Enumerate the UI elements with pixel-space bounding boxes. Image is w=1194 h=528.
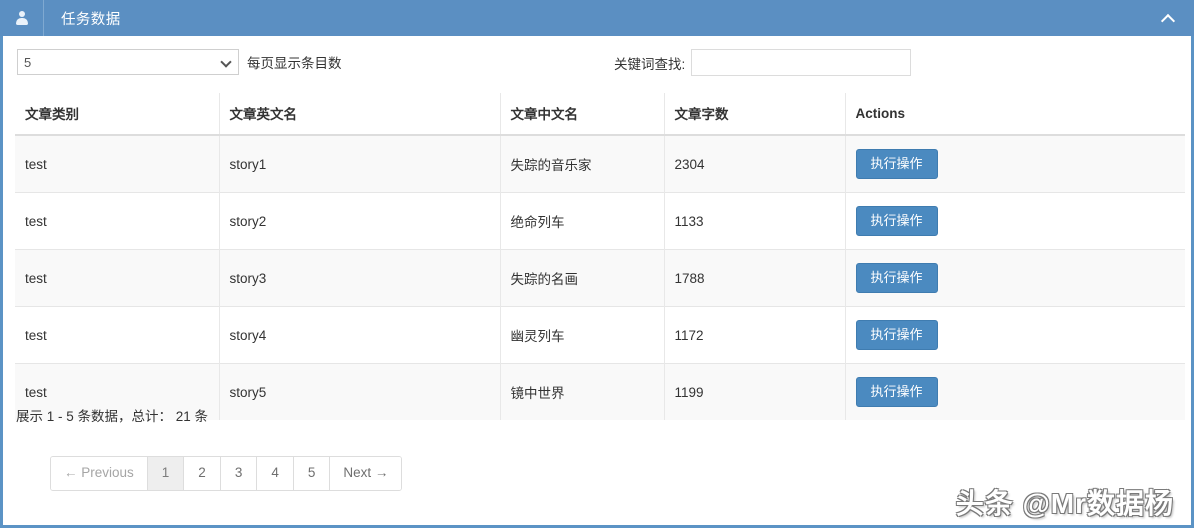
execute-action-button[interactable]: 执行操作: [855, 206, 938, 236]
pagination-previous[interactable]: ← Previous: [51, 457, 148, 490]
cell-words: 1172: [663, 306, 845, 364]
panel-body: 5 10 25 50 100 每页显示条目数 关键词查找:: [3, 36, 1191, 525]
pagination-page-3[interactable]: 3: [220, 457, 258, 490]
cell-name-zh: 失踪的音乐家: [499, 134, 664, 193]
cell-name-en: story3: [218, 249, 500, 307]
cell-words: 2304: [663, 134, 845, 193]
column-header-category[interactable]: 文章类别: [15, 93, 219, 136]
cell-category: test: [15, 306, 219, 364]
table-row: test story1 失踪的音乐家 2304 执行操作: [15, 134, 1185, 193]
search-label: 关键词查找:: [614, 56, 686, 72]
cell-words: 1199: [663, 363, 845, 420]
cell-category: test: [15, 249, 219, 307]
chevron-up-icon: [1162, 14, 1175, 22]
cell-category: test: [15, 192, 219, 250]
page-length-control: 5 10 25 50 100 每页显示条目数: [17, 49, 342, 75]
data-table: 文章类别 文章英文名 文章中文名 文章字数 Actions test story…: [15, 93, 1185, 420]
task-data-panel: 任务数据 5 10 25 50 100: [0, 0, 1194, 528]
page-title: 任务数据: [61, 11, 121, 28]
cell-words: 1788: [663, 249, 845, 307]
page-length-select[interactable]: 5 10 25 50 100: [17, 49, 239, 75]
pagination-page-2[interactable]: 2: [184, 457, 221, 490]
cell-name-en: story2: [218, 192, 500, 250]
column-header-name-en[interactable]: 文章英文名: [218, 93, 500, 136]
table-body: test story1 失踪的音乐家 2304 执行操作 test story2…: [15, 134, 1185, 420]
search-input[interactable]: [691, 49, 912, 76]
pagination: ← Previous 1 2 3 4 5 Next →: [50, 456, 403, 491]
cell-name-en: story4: [218, 306, 500, 364]
table-row: test story4 幽灵列车 1172 执行操作: [15, 306, 1185, 364]
pagination-next[interactable]: Next →: [330, 457, 402, 490]
cell-category: test: [15, 134, 219, 193]
cell-words: 1133: [663, 192, 845, 250]
column-header-words[interactable]: 文章字数: [663, 93, 845, 136]
pagination-page-4[interactable]: 4: [257, 457, 294, 490]
cell-actions: 执行操作: [844, 192, 1185, 250]
cell-name-en: story5: [218, 363, 500, 420]
table-header-row: 文章类别 文章英文名 文章中文名 文章字数 Actions: [15, 93, 1185, 136]
cell-actions: 执行操作: [844, 249, 1185, 307]
table-head: 文章类别 文章英文名 文章中文名 文章字数 Actions: [15, 93, 1185, 136]
table-row: test story3 失踪的名画 1788 执行操作: [15, 249, 1185, 307]
cell-name-zh: 失踪的名画: [499, 249, 664, 307]
page-length-select-shell: 5 10 25 50 100: [17, 49, 239, 75]
cell-name-zh: 幽灵列车: [499, 306, 664, 364]
cell-name-en: story1: [218, 134, 500, 193]
panel-header-icon-box: [0, 0, 44, 36]
execute-action-button[interactable]: 执行操作: [855, 149, 938, 179]
execute-action-button[interactable]: 执行操作: [855, 377, 938, 407]
panel-collapse-button[interactable]: [1142, 0, 1194, 36]
page-length-label: 每页显示条目数: [247, 56, 342, 71]
cell-name-zh: 绝命列车: [499, 192, 664, 250]
column-header-name-zh[interactable]: 文章中文名: [499, 93, 664, 136]
cell-name-zh: 镜中世界: [499, 363, 664, 420]
user-icon: [15, 11, 28, 25]
screenshot-root: 任务数据 5 10 25 50 100: [0, 0, 1194, 528]
table-controls: 5 10 25 50 100 每页显示条目数 关键词查找:: [3, 49, 1191, 87]
search-control: 关键词查找:: [614, 49, 912, 76]
pagination-page-5[interactable]: 5: [293, 457, 331, 490]
pagination-page-1[interactable]: 1: [147, 457, 185, 490]
execute-action-button[interactable]: 执行操作: [855, 320, 938, 350]
column-header-actions[interactable]: Actions: [844, 93, 1185, 136]
execute-action-button[interactable]: 执行操作: [855, 263, 938, 293]
cell-actions: 执行操作: [844, 134, 1185, 193]
cell-actions: 执行操作: [844, 306, 1185, 364]
table-info: 展示 1 - 5 条数据，总计： 21 条: [16, 409, 209, 424]
cell-actions: 执行操作: [844, 363, 1185, 420]
data-table-container: 文章类别 文章英文名 文章中文名 文章字数 Actions test story…: [15, 93, 1185, 420]
panel-header: 任务数据: [0, 0, 1194, 36]
table-row: test story2 绝命列车 1133 执行操作: [15, 192, 1185, 250]
